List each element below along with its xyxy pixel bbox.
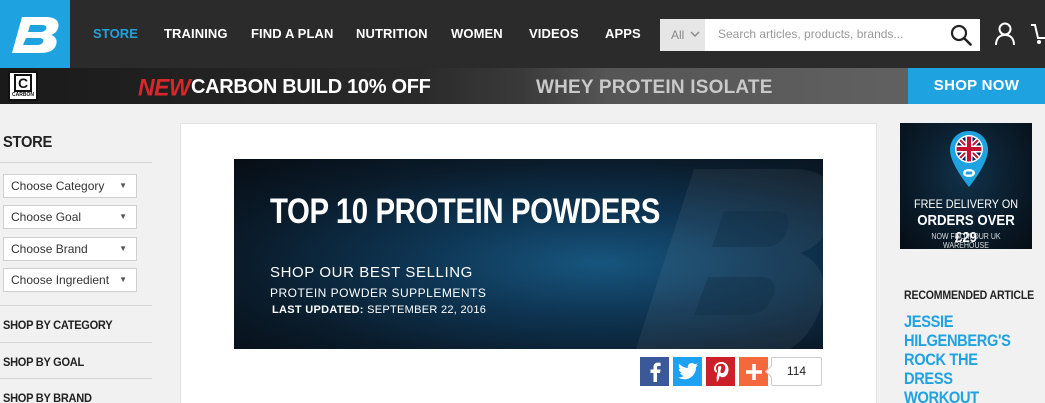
cart-icon[interactable] xyxy=(1030,22,1045,46)
carbon-logo-letter: C xyxy=(14,73,32,92)
updated-label: LAST UPDATED: xyxy=(272,304,364,316)
select-value: Choose Goal xyxy=(11,210,82,224)
watermark-b-logo-icon xyxy=(635,169,823,349)
carbon-logo-text: CARBON xyxy=(12,91,34,98)
recommended-article-link[interactable]: JESSIE HILGENBERG'S ROCK THE DRESS WORKO… xyxy=(904,312,1024,403)
hero-line-2: PROTEIN POWDER SUPPLEMENTS xyxy=(270,286,487,300)
user-icon[interactable] xyxy=(994,22,1016,46)
promo-new-label: NEW xyxy=(138,73,191,101)
plus-icon xyxy=(745,363,762,380)
shop-by-brand-link[interactable]: SHOP BY BRAND xyxy=(3,391,92,403)
promo-subline: WHEY PROTEIN ISOLATE xyxy=(536,77,773,98)
twitter-icon xyxy=(677,363,698,380)
facebook-icon xyxy=(650,362,661,382)
nav-training[interactable]: TRAINING xyxy=(164,26,228,41)
select-value: Choose Category xyxy=(11,179,105,193)
bodybuilding-b-logo-icon xyxy=(12,17,59,53)
top-navigation: STORE TRAINING FIND A PLAN NUTRITION WOM… xyxy=(0,0,1045,68)
chevron-down-icon: ▼ xyxy=(119,244,127,253)
nav-nutrition[interactable]: NUTRITION xyxy=(356,26,428,41)
chevron-down-icon: ▼ xyxy=(119,181,127,190)
shop-by-category-link[interactable]: SHOP BY CATEGORY xyxy=(3,318,113,332)
more-share-button[interactable] xyxy=(739,357,768,386)
divider xyxy=(0,378,152,379)
ad-line-3: NOW FROM OUR UK WAREHOUSE xyxy=(931,232,1001,249)
pinterest-icon xyxy=(713,361,728,382)
choose-category-select[interactable]: Choose Category ▼ xyxy=(3,174,137,198)
nav-women[interactable]: WOMEN xyxy=(451,26,503,41)
chevron-down-icon xyxy=(690,31,700,37)
twitter-share-button[interactable] xyxy=(673,357,702,386)
magnifier-icon[interactable] xyxy=(950,24,972,46)
choose-goal-select[interactable]: Choose Goal ▼ xyxy=(3,205,137,229)
carbon-brand-logo: C CARBON xyxy=(8,71,38,101)
ad-line-1: FREE DELIVERY ON xyxy=(913,197,1019,211)
shop-by-goal-link[interactable]: SHOP BY GOAL xyxy=(3,355,84,369)
search-bar: All xyxy=(660,19,980,51)
divider xyxy=(0,342,152,343)
choose-brand-select[interactable]: Choose Brand ▼ xyxy=(3,237,137,261)
recommended-article-label: RECOMMENDED ARTICLE xyxy=(904,288,1035,302)
divider xyxy=(0,162,152,163)
select-value: Choose Ingredient xyxy=(11,273,110,287)
promo-headline: CARBON BUILD 10% OFF xyxy=(191,76,431,98)
hero-line-1: SHOP OUR BEST SELLING xyxy=(270,264,473,281)
hero-updated: LAST UPDATED: SEPTEMBER 22, 2016 xyxy=(272,304,486,316)
promo-banner[interactable]: C CARBON NEW CARBON BUILD 10% OFF WHEY P… xyxy=(0,68,1045,104)
sidebar-title: STORE xyxy=(3,134,53,151)
nav-store[interactable]: STORE xyxy=(93,26,138,41)
chevron-down-icon: ▼ xyxy=(119,212,127,221)
search-input[interactable] xyxy=(718,27,918,41)
hero-banner: TOP 10 PROTEIN POWDERS SHOP OUR BEST SEL… xyxy=(234,159,823,349)
hero-title: TOP 10 PROTEIN POWDERS xyxy=(270,192,660,231)
facebook-share-button[interactable] xyxy=(640,357,669,386)
select-value: Choose Brand xyxy=(11,242,88,256)
updated-date: SEPTEMBER 22, 2016 xyxy=(367,304,487,316)
chevron-down-icon: ▼ xyxy=(119,275,127,284)
uk-delivery-ad[interactable]: FREE DELIVERY ON ORDERS OVER £29 NOW FRO… xyxy=(900,123,1032,249)
choose-ingredient-select[interactable]: Choose Ingredient ▼ xyxy=(3,268,137,292)
divider xyxy=(0,305,152,306)
share-count: 114 xyxy=(771,357,822,386)
nav-apps[interactable]: APPS xyxy=(605,26,641,41)
nav-videos[interactable]: VIDEOS xyxy=(529,26,579,41)
uk-flag-pin-icon xyxy=(950,131,988,187)
shop-now-button[interactable]: SHOP NOW xyxy=(908,68,1045,104)
nav-find-a-plan[interactable]: FIND A PLAN xyxy=(251,26,333,41)
pinterest-share-button[interactable] xyxy=(706,357,735,386)
site-logo[interactable] xyxy=(0,0,70,68)
search-scope-label: All xyxy=(671,28,685,42)
